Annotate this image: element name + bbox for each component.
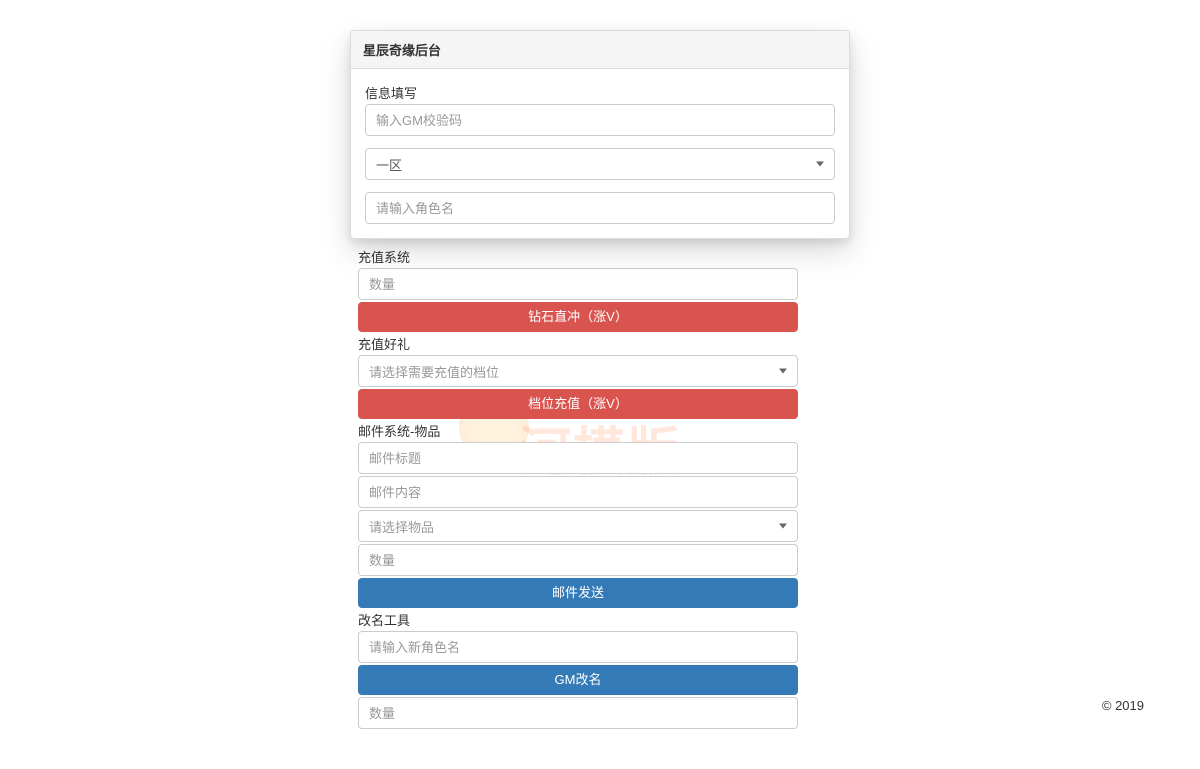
new-role-name-input[interactable] (358, 631, 798, 663)
gm-rename-button[interactable]: GM改名 (358, 665, 798, 695)
chevron-down-icon (779, 369, 787, 374)
role-name-input[interactable] (365, 192, 835, 224)
recharge-section-label: 充值系统 (358, 247, 798, 266)
mail-qty-input[interactable] (358, 544, 798, 576)
mail-item-placeholder: 请选择物品 (369, 520, 434, 535)
recharge-tier-placeholder: 请选择需要充值的档位 (369, 365, 499, 380)
mail-section-label: 邮件系统-物品 (358, 421, 798, 440)
recharge-tier-select[interactable]: 请选择需要充值的档位 (358, 355, 798, 387)
gm-code-input[interactable] (365, 104, 835, 136)
recharge-qty-input[interactable] (358, 268, 798, 300)
mail-content-input[interactable] (358, 476, 798, 508)
mail-title-input[interactable] (358, 442, 798, 474)
info-section-label: 信息填写 (365, 83, 835, 102)
rename-section-label: 改名工具 (358, 610, 798, 629)
gift-section-label: 充值好礼 (358, 334, 798, 353)
tier-recharge-button[interactable]: 档位充值（涨V） (358, 389, 798, 419)
chevron-down-icon (816, 162, 824, 167)
panel-title: 星辰奇缘后台 (351, 31, 849, 69)
admin-panel: 星辰奇缘后台 信息填写 一区 (350, 30, 850, 239)
region-selected-value: 一区 (376, 158, 402, 173)
chevron-down-icon (779, 524, 787, 529)
mail-item-select[interactable]: 请选择物品 (358, 510, 798, 542)
diamond-recharge-button[interactable]: 钻石直冲（涨V） (358, 302, 798, 332)
footer-copyright: © 2019 (1102, 698, 1144, 713)
mail-send-button[interactable]: 邮件发送 (358, 578, 798, 608)
region-select[interactable]: 一区 (365, 148, 835, 180)
rename-qty-input[interactable] (358, 697, 798, 729)
